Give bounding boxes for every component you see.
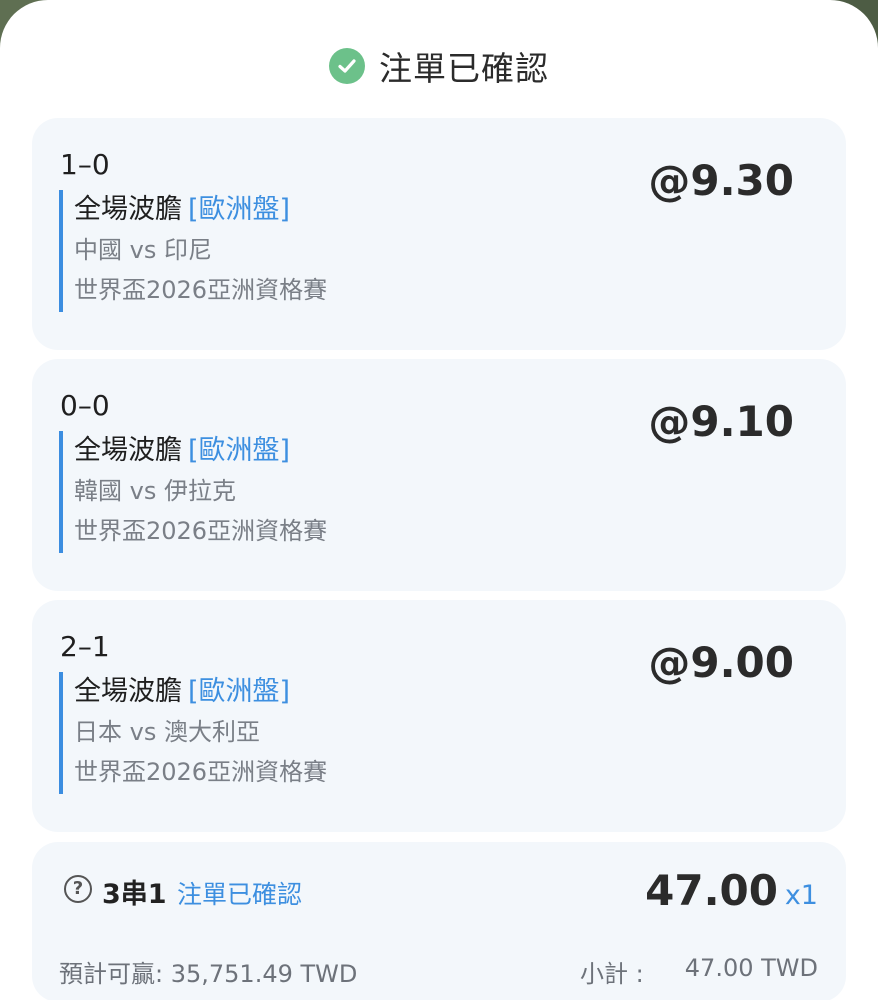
- stake-amount: 47.00: [645, 866, 778, 915]
- bet-league: 世界盃2026亞洲資格賽: [74, 758, 328, 786]
- bet-league: 世界盃2026亞洲資格賽: [74, 276, 328, 304]
- page-title: 注單已確認: [379, 49, 549, 88]
- potential-win: 預計可贏: 35,751.49 TWD: [59, 960, 358, 988]
- bet-market: 全場波膽 [歐洲盤]: [74, 190, 327, 230]
- bet-detail: 全場波膽 [歐洲盤] 中國 vs 印尼 世界盃2026亞洲資格賽: [59, 190, 327, 312]
- bet-market: 全場波膽 [歐洲盤]: [74, 672, 327, 712]
- bet-detail: 全場波膽 [歐洲盤] 日本 vs 澳大利亞 世界盃2026亞洲資格賽: [59, 672, 327, 794]
- parlay-status: 注單已確認: [177, 880, 303, 909]
- bet-market-label: 全場波膽: [74, 676, 182, 707]
- bet-score: 2–1: [60, 630, 110, 663]
- bet-market-label: 全場波膽: [74, 435, 182, 466]
- bet-summary-card: ? 3串1 注單已確認 47.00 x1 預計可贏: 35,751.49 TWD…: [32, 842, 846, 1000]
- check-circle-icon: [329, 48, 365, 84]
- bet-market-tag: [歐洲盤]: [188, 676, 291, 707]
- bet-odds: @9.30: [648, 156, 794, 205]
- bet-teams: 中國 vs 印尼: [74, 236, 212, 264]
- bet-market-tag: [歐洲盤]: [188, 194, 291, 225]
- bet-odds: @9.00: [648, 638, 794, 687]
- bet-league: 世界盃2026亞洲資格賽: [74, 517, 328, 545]
- bet-card: 0–0 @9.10 全場波膽 [歐洲盤] 韓國 vs 伊拉克 世界盃2026亞洲資…: [32, 359, 846, 591]
- question-circle-icon[interactable]: ?: [64, 875, 92, 903]
- bet-market-label: 全場波膽: [74, 194, 182, 225]
- stake-multiplier: x1: [784, 880, 818, 911]
- bet-card: 1–0 @9.30 全場波膽 [歐洲盤] 中國 vs 印尼 世界盃2026亞洲資格…: [32, 118, 846, 350]
- bet-odds: @9.10: [648, 397, 794, 446]
- confirmation-header: 注單已確認: [0, 38, 878, 94]
- subtotal-label: 小計 :: [580, 960, 644, 988]
- bet-score: 0–0: [60, 389, 110, 422]
- parlay-type: 3串1: [102, 879, 167, 910]
- bet-card: 2–1 @9.00 全場波膽 [歐洲盤] 日本 vs 澳大利亞 世界盃2026亞洲…: [32, 600, 846, 832]
- bet-detail: 全場波膽 [歐洲盤] 韓國 vs 伊拉克 世界盃2026亞洲資格賽: [59, 431, 327, 553]
- bet-score: 1–0: [60, 148, 110, 181]
- bet-teams: 韓國 vs 伊拉克: [74, 477, 236, 505]
- bet-market-tag: [歐洲盤]: [188, 435, 291, 466]
- bet-market: 全場波膽 [歐洲盤]: [74, 431, 327, 471]
- subtotal-value: 47.00 TWD: [684, 954, 818, 982]
- bet-teams: 日本 vs 澳大利亞: [74, 718, 260, 746]
- bet-confirmation-sheet: 注單已確認 1–0 @9.30 全場波膽 [歐洲盤] 中國 vs 印尼 世界盃20…: [0, 0, 878, 1000]
